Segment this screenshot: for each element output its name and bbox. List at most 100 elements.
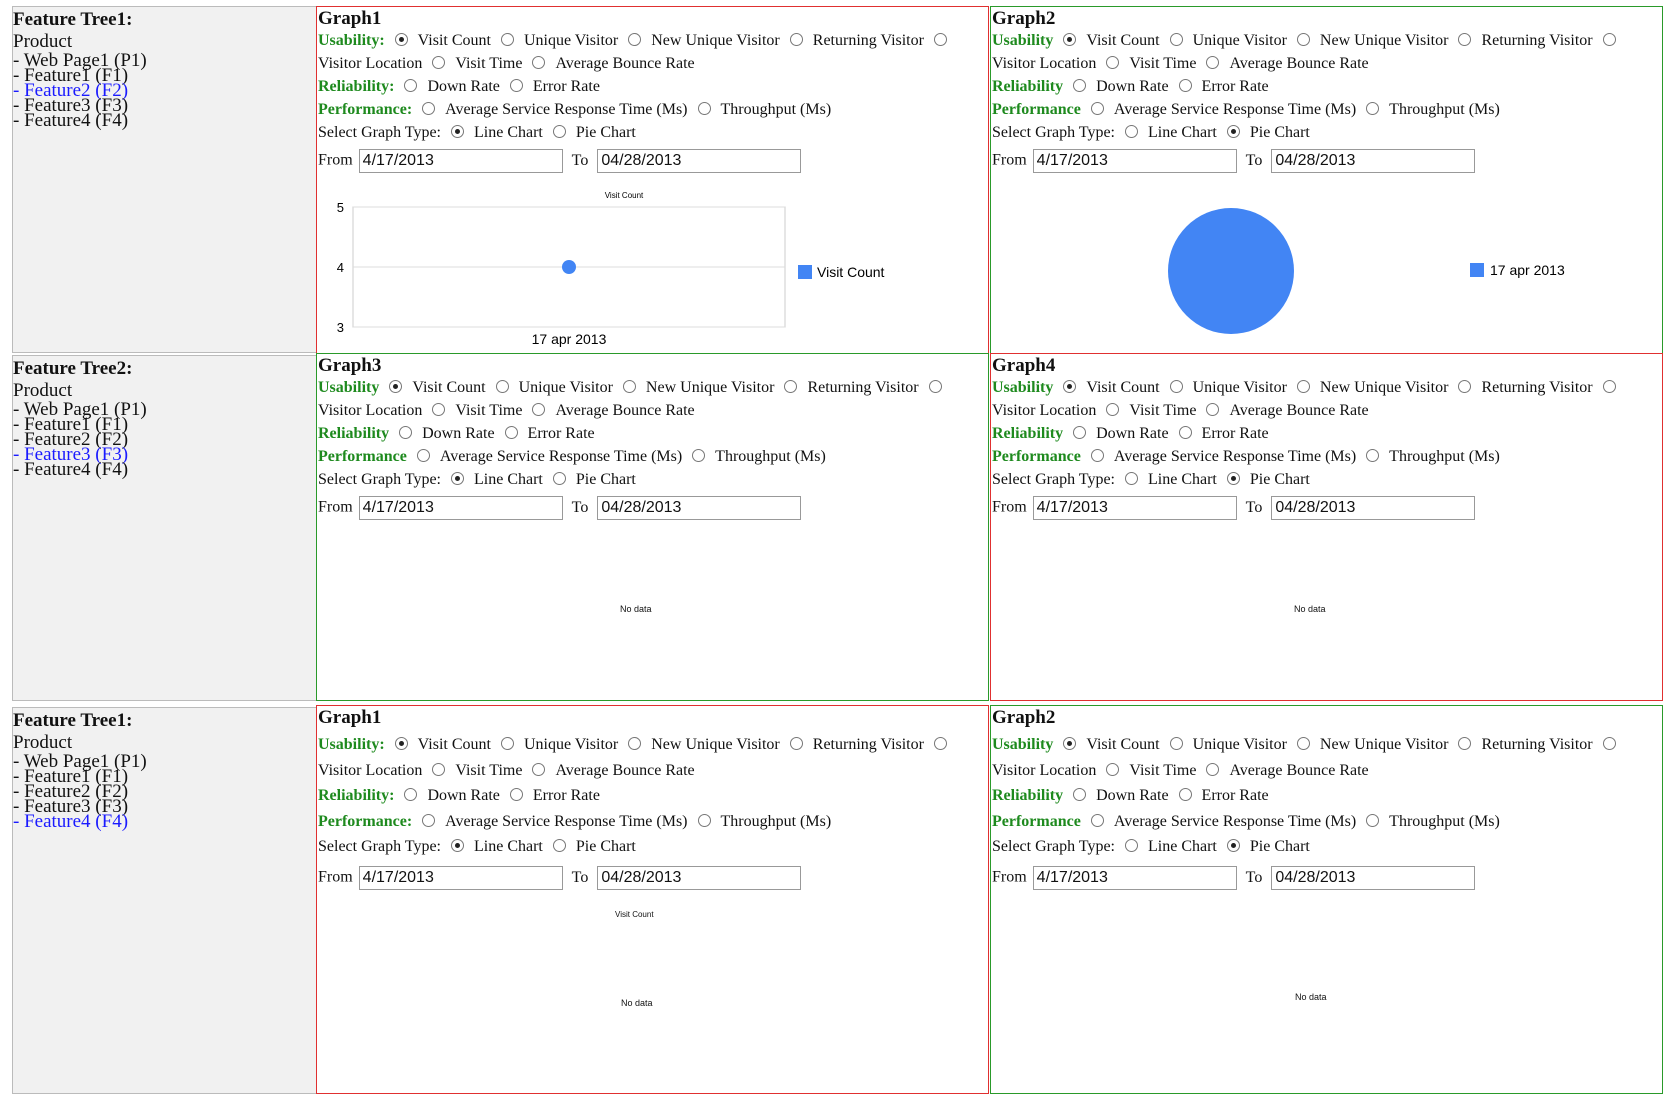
new-unique-visitor-radio[interactable]: [1296, 33, 1310, 46]
avg-service-response-radio[interactable]: [1090, 449, 1104, 462]
visitor-location-radio[interactable]: [1602, 33, 1616, 46]
avg-service-response-radio[interactable]: [1090, 102, 1104, 115]
down-rate-radio[interactable]: [404, 79, 418, 92]
visit-count-radio[interactable]: [394, 737, 408, 750]
average-bounce-rate-radio[interactable]: [532, 762, 546, 776]
visitor-location-radio[interactable]: [928, 380, 942, 393]
new-unique-visitor-radio[interactable]: [622, 380, 636, 393]
new-unique-visitor-radio[interactable]: [1296, 380, 1310, 393]
pie-chart-radio[interactable]: [552, 839, 566, 853]
throughput-radio[interactable]: [1366, 102, 1380, 115]
visitor-location-radio[interactable]: [1602, 380, 1616, 393]
to-date-input[interactable]: 04/28/2013: [1271, 149, 1476, 173]
to-date-input[interactable]: 04/28/2013: [597, 496, 802, 520]
returning-visitor-radio[interactable]: [789, 33, 803, 46]
tree-item[interactable]: - Feature4 (F4): [13, 111, 316, 130]
visitor-location-radio[interactable]: [933, 737, 947, 750]
returning-visitor-radio[interactable]: [1458, 380, 1472, 393]
average-bounce-rate-radio[interactable]: [1206, 762, 1220, 776]
throughput-radio[interactable]: [1366, 449, 1380, 462]
new-unique-visitor-label: New Unique Visitor: [651, 32, 780, 49]
down-rate-radio[interactable]: [1073, 426, 1087, 439]
average-bounce-rate-radio[interactable]: [1206, 403, 1220, 416]
visit-count-radio[interactable]: [394, 33, 408, 46]
to-date-input[interactable]: 04/28/2013: [1271, 496, 1476, 520]
pie-chart-radio[interactable]: [1226, 472, 1240, 485]
legend-swatch: [1470, 263, 1484, 277]
unique-visitor-radio[interactable]: [495, 380, 509, 393]
from-date-input[interactable]: 4/17/2013: [358, 866, 563, 890]
visitor-location-radio[interactable]: [933, 33, 947, 46]
line-chart-radio[interactable]: [1125, 839, 1138, 853]
new-unique-visitor-radio[interactable]: [628, 33, 642, 46]
to-date-input[interactable]: 04/28/2013: [597, 149, 802, 173]
avg-service-response-radio[interactable]: [422, 102, 436, 115]
down-rate-radio[interactable]: [1073, 788, 1087, 802]
down-rate-radio[interactable]: [404, 788, 418, 802]
pie-chart-radio[interactable]: [1226, 125, 1240, 138]
returning-visitor-radio[interactable]: [1458, 33, 1472, 46]
error-rate-radio[interactable]: [1178, 79, 1192, 92]
unique-visitor-radio[interactable]: [1169, 380, 1183, 393]
returning-visitor-radio[interactable]: [1458, 737, 1472, 750]
average-bounce-rate-radio[interactable]: [1206, 56, 1220, 69]
throughput-radio[interactable]: [692, 449, 706, 462]
pie-chart-radio[interactable]: [552, 125, 566, 138]
visit-time-radio[interactable]: [1106, 56, 1120, 69]
error-rate-radio[interactable]: [509, 79, 523, 92]
throughput-radio[interactable]: [697, 102, 711, 115]
unique-visitor-radio[interactable]: [1169, 33, 1183, 46]
average-bounce-rate-radio[interactable]: [532, 403, 546, 416]
line-chart-radio[interactable]: [451, 839, 464, 853]
down-rate-radio[interactable]: [1073, 79, 1087, 92]
pie-chart-radio[interactable]: [1226, 839, 1240, 853]
to-date-input[interactable]: 04/28/2013: [597, 866, 802, 890]
visit-count-radio[interactable]: [1063, 380, 1077, 393]
avg-service-response-radio[interactable]: [422, 813, 436, 827]
to-date-input[interactable]: 04/28/2013: [1271, 866, 1476, 890]
tree-item[interactable]: - Feature4 (F4): [13, 812, 316, 831]
error-rate-radio[interactable]: [1178, 426, 1192, 439]
visit-count-radio[interactable]: [389, 380, 403, 393]
line-chart-radio[interactable]: [451, 472, 464, 485]
from-date-input[interactable]: 4/17/2013: [1032, 496, 1237, 520]
throughput-radio[interactable]: [1366, 813, 1380, 827]
visit-time-radio[interactable]: [432, 56, 446, 69]
pie-chart-radio[interactable]: [552, 472, 566, 485]
returning-visitor-radio[interactable]: [784, 380, 798, 393]
unique-visitor-radio[interactable]: [1169, 737, 1183, 750]
down-rate-radio[interactable]: [399, 426, 413, 439]
new-unique-visitor-radio[interactable]: [628, 737, 642, 750]
unique-visitor-radio[interactable]: [500, 737, 514, 750]
error-rate-radio[interactable]: [509, 788, 523, 802]
options-row: From 4/17/2013 To 04/28/2013: [992, 496, 1476, 520]
unique-visitor-radio[interactable]: [500, 33, 514, 46]
visitor-location-radio[interactable]: [1602, 737, 1616, 750]
line-chart-label: Line Chart: [474, 124, 543, 141]
tree-item[interactable]: - Feature4 (F4): [13, 460, 316, 479]
visit-time-radio[interactable]: [1106, 403, 1120, 416]
visit-count-radio[interactable]: [1063, 33, 1077, 46]
avg-service-response-radio[interactable]: [416, 449, 430, 462]
error-rate-radio[interactable]: [504, 426, 518, 439]
visit-time-label: Visit Time: [1129, 402, 1197, 419]
visit-time-radio[interactable]: [432, 403, 446, 416]
visit-time-radio[interactable]: [432, 762, 446, 776]
line-chart-radio[interactable]: [451, 125, 464, 138]
new-unique-visitor-radio[interactable]: [1296, 737, 1310, 750]
returning-visitor-radio[interactable]: [789, 737, 803, 750]
line-chart-radio[interactable]: [1125, 125, 1138, 138]
from-date-input[interactable]: 4/17/2013: [1032, 866, 1237, 890]
from-date-input[interactable]: 4/17/2013: [358, 149, 563, 173]
average-bounce-rate-radio[interactable]: [532, 56, 546, 69]
avg-service-response-radio[interactable]: [1090, 813, 1104, 827]
from-date-input[interactable]: 4/17/2013: [358, 496, 563, 520]
visit-time-radio[interactable]: [1106, 762, 1120, 776]
reliability-label: Reliability: [992, 787, 1064, 805]
line-chart-radio[interactable]: [1125, 472, 1138, 485]
throughput-radio[interactable]: [697, 813, 711, 827]
visit-count-radio[interactable]: [1063, 737, 1077, 750]
from-date-input[interactable]: 4/17/2013: [1032, 149, 1237, 173]
error-rate-radio[interactable]: [1178, 788, 1192, 802]
no-data-label: No data: [1295, 992, 1327, 1002]
